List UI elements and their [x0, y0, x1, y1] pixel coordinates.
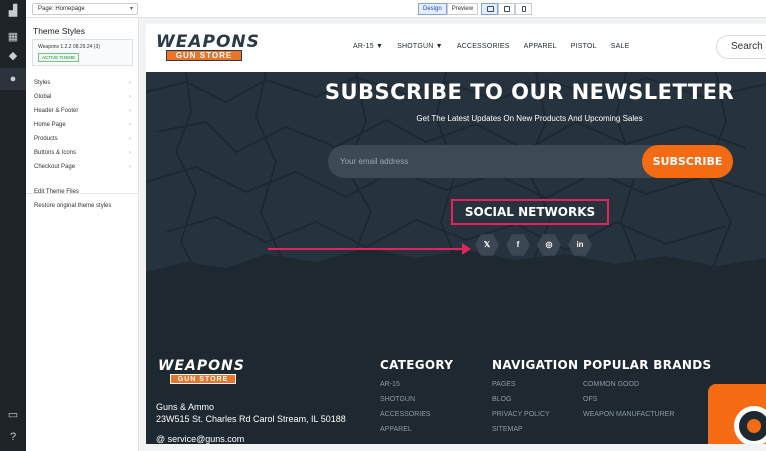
restore-theme-styles-link[interactable]: Restore original theme styles [34, 203, 111, 209]
newsletter-subtitle: Get The Latest Updates On New Products A… [416, 114, 643, 123]
menu-item-label: Header & Footer [34, 108, 79, 114]
annotation-arrow-head-icon [462, 243, 471, 255]
app-rail: ▟ ▦ ◆ ● ▭ ? [0, 0, 26, 451]
preview-canvas: WEAPONS GUN STORE AR-15 ▼ SHOTGUN ▼ ACCE… [146, 24, 766, 444]
menu-item-label: Buttons & Icons [34, 150, 77, 156]
menu-item-label: Global [34, 94, 52, 100]
page-select-label: Page: Homepage [38, 6, 85, 12]
menu-item-styles[interactable]: Styles › [26, 76, 138, 90]
chevron-right-icon: › [129, 94, 131, 100]
panel-title: Theme Styles [33, 26, 85, 36]
palette-icon[interactable]: ● [6, 72, 20, 86]
desktop-view-button[interactable] [481, 3, 498, 15]
footer-column-category: CATEGORY AR-15 SHOTGUN ACCESSORIES APPAR… [380, 358, 453, 441]
design-button[interactable]: Design [418, 3, 447, 15]
menu-item-header-footer[interactable]: Header & Footer › [26, 104, 138, 118]
footer-link[interactable]: PAGES [492, 381, 578, 388]
social-networks-heading: SOCIAL NETWORKS [451, 199, 609, 225]
help-icon[interactable]: ? [6, 430, 20, 444]
chevron-right-icon: › [129, 136, 131, 142]
page-select[interactable]: Page: Homepage ▾ [32, 3, 138, 15]
instagram-icon[interactable]: ◎ [537, 234, 561, 256]
promo-image[interactable] [708, 384, 766, 444]
menu-item-label: Home Page [34, 122, 66, 128]
store-icon[interactable]: ▭ [6, 408, 20, 422]
nav-item-apparel[interactable]: APPAREL [524, 43, 557, 50]
footer-link[interactable]: SHOTGUN [380, 396, 453, 403]
footer-column-popular-brands: POPULAR BRANDS COMMON GOOD OFS WEAPON MA… [583, 358, 711, 426]
chevron-right-icon: › [129, 164, 131, 170]
menu-item-label: Styles [34, 80, 51, 86]
footer-logo-text[interactable]: WEAPONS [158, 358, 245, 374]
menu-item-home-page[interactable]: Home Page › [26, 118, 138, 132]
footer-column-title: CATEGORY [380, 358, 454, 372]
top-toolbar: Page: Homepage ▾ Design Preview [26, 0, 766, 18]
footer-address-street: 23W515 St. Charles Rd Carol Stream, IL 5… [156, 414, 346, 424]
theme-name: Weapons 1.2.2 08.29.24 (3) [38, 44, 100, 50]
site-header: WEAPONS GUN STORE AR-15 ▼ SHOTGUN ▼ ACCE… [146, 24, 766, 72]
linkedin-icon[interactable]: in [568, 234, 592, 256]
footer-link[interactable]: ACCESSORIES [380, 411, 453, 418]
menu-item-label: Checkout Page [34, 164, 76, 170]
footer-column-title: POPULAR BRANDS [583, 358, 712, 372]
nav-item-shotgun[interactable]: SHOTGUN ▼ [397, 43, 443, 50]
menu-item-buttons-icons[interactable]: Buttons & Icons › [26, 146, 138, 160]
footer-link[interactable]: WEAPON MANUFACTURER [583, 411, 711, 418]
chevron-down-icon: ▾ [129, 6, 133, 12]
social-links: 𝕏 f ◎ in [475, 233, 592, 257]
device-toggle [481, 3, 532, 15]
tablet-icon [504, 6, 510, 12]
theme-styles-panel: Theme Styles Weapons 1.2.2 08.29.24 (3) … [26, 18, 139, 451]
site-logo-text[interactable]: WEAPONS [156, 32, 260, 52]
site-footer: WEAPONS GUN STORE Guns & Ammo 23W515 St.… [146, 314, 766, 444]
layers-icon[interactable]: ◆ [6, 49, 20, 63]
mode-toggle: Design Preview [418, 3, 479, 15]
stats-icon[interactable]: ▟ [6, 4, 20, 18]
menu-item-global[interactable]: Global › [26, 90, 138, 104]
footer-link[interactable]: APPAREL [380, 426, 453, 433]
footer-link[interactable]: PRIVACY POLICY [492, 411, 578, 418]
site-nav: AR-15 ▼ SHOTGUN ▼ ACCESSORIES APPAREL PI… [353, 43, 643, 50]
menu-item-checkout-page[interactable]: Checkout Page › [26, 160, 138, 174]
footer-link[interactable]: AR-15 [380, 381, 453, 388]
theme-card[interactable]: Weapons 1.2.2 08.29.24 (3) ACTIVE THEME [32, 39, 133, 66]
mobile-icon [522, 6, 526, 12]
preview-button[interactable]: Preview [446, 3, 479, 15]
footer-column-navigation: NAVIGATION PAGES BLOG PRIVACY POLICY SIT… [492, 358, 578, 441]
footer-link[interactable]: BLOG [492, 396, 578, 403]
nav-item-pistol[interactable]: PISTOL [571, 43, 597, 50]
footer-link[interactable]: COMMON GOOD [583, 381, 711, 388]
footer-column-title: NAVIGATION [492, 358, 579, 372]
grid-icon[interactable]: ▦ [6, 30, 20, 44]
footer-link[interactable]: OFS [583, 396, 711, 403]
mobile-view-button[interactable] [515, 3, 532, 15]
site-search-input[interactable]: Search [716, 35, 766, 59]
style-menu: Styles › Global › Header & Footer › Home Pa… [26, 76, 138, 174]
menu-item-products[interactable]: Products › [26, 132, 138, 146]
newsletter-email-input[interactable]: Your email address [328, 145, 663, 178]
tablet-view-button[interactable] [498, 3, 515, 15]
nav-item-ar15[interactable]: AR-15 ▼ [353, 43, 383, 50]
footer-address-name: Guns & Ammo [156, 402, 215, 412]
chevron-right-icon: › [129, 122, 131, 128]
subscribe-button[interactable]: SUBSCRIBE [642, 145, 733, 178]
target-center [744, 416, 764, 436]
facebook-icon[interactable]: f [506, 234, 530, 256]
chevron-right-icon: › [129, 108, 131, 114]
newsletter-title: SUBSCRIBE TO OUR NEWSLETTER [324, 80, 735, 104]
x-twitter-icon[interactable]: 𝕏 [475, 234, 499, 256]
nav-item-accessories[interactable]: ACCESSORIES [457, 43, 510, 50]
edit-theme-files-link[interactable]: Edit Theme Files [34, 189, 79, 195]
footer-logo-subtext[interactable]: GUN STORE [170, 374, 236, 384]
menu-item-label: Products [34, 136, 58, 142]
site-logo-subtext[interactable]: GUN STORE [166, 50, 242, 61]
nav-item-sale[interactable]: SALE [611, 43, 630, 50]
footer-email[interactable]: @ service@guns.com [156, 434, 244, 444]
chevron-right-icon: › [129, 80, 131, 86]
annotation-arrow-line [268, 248, 466, 250]
desktop-icon [487, 6, 494, 12]
footer-link[interactable]: SITEMAP [492, 426, 578, 433]
chevron-right-icon: › [129, 150, 131, 156]
active-theme-badge: ACTIVE THEME [38, 53, 80, 62]
